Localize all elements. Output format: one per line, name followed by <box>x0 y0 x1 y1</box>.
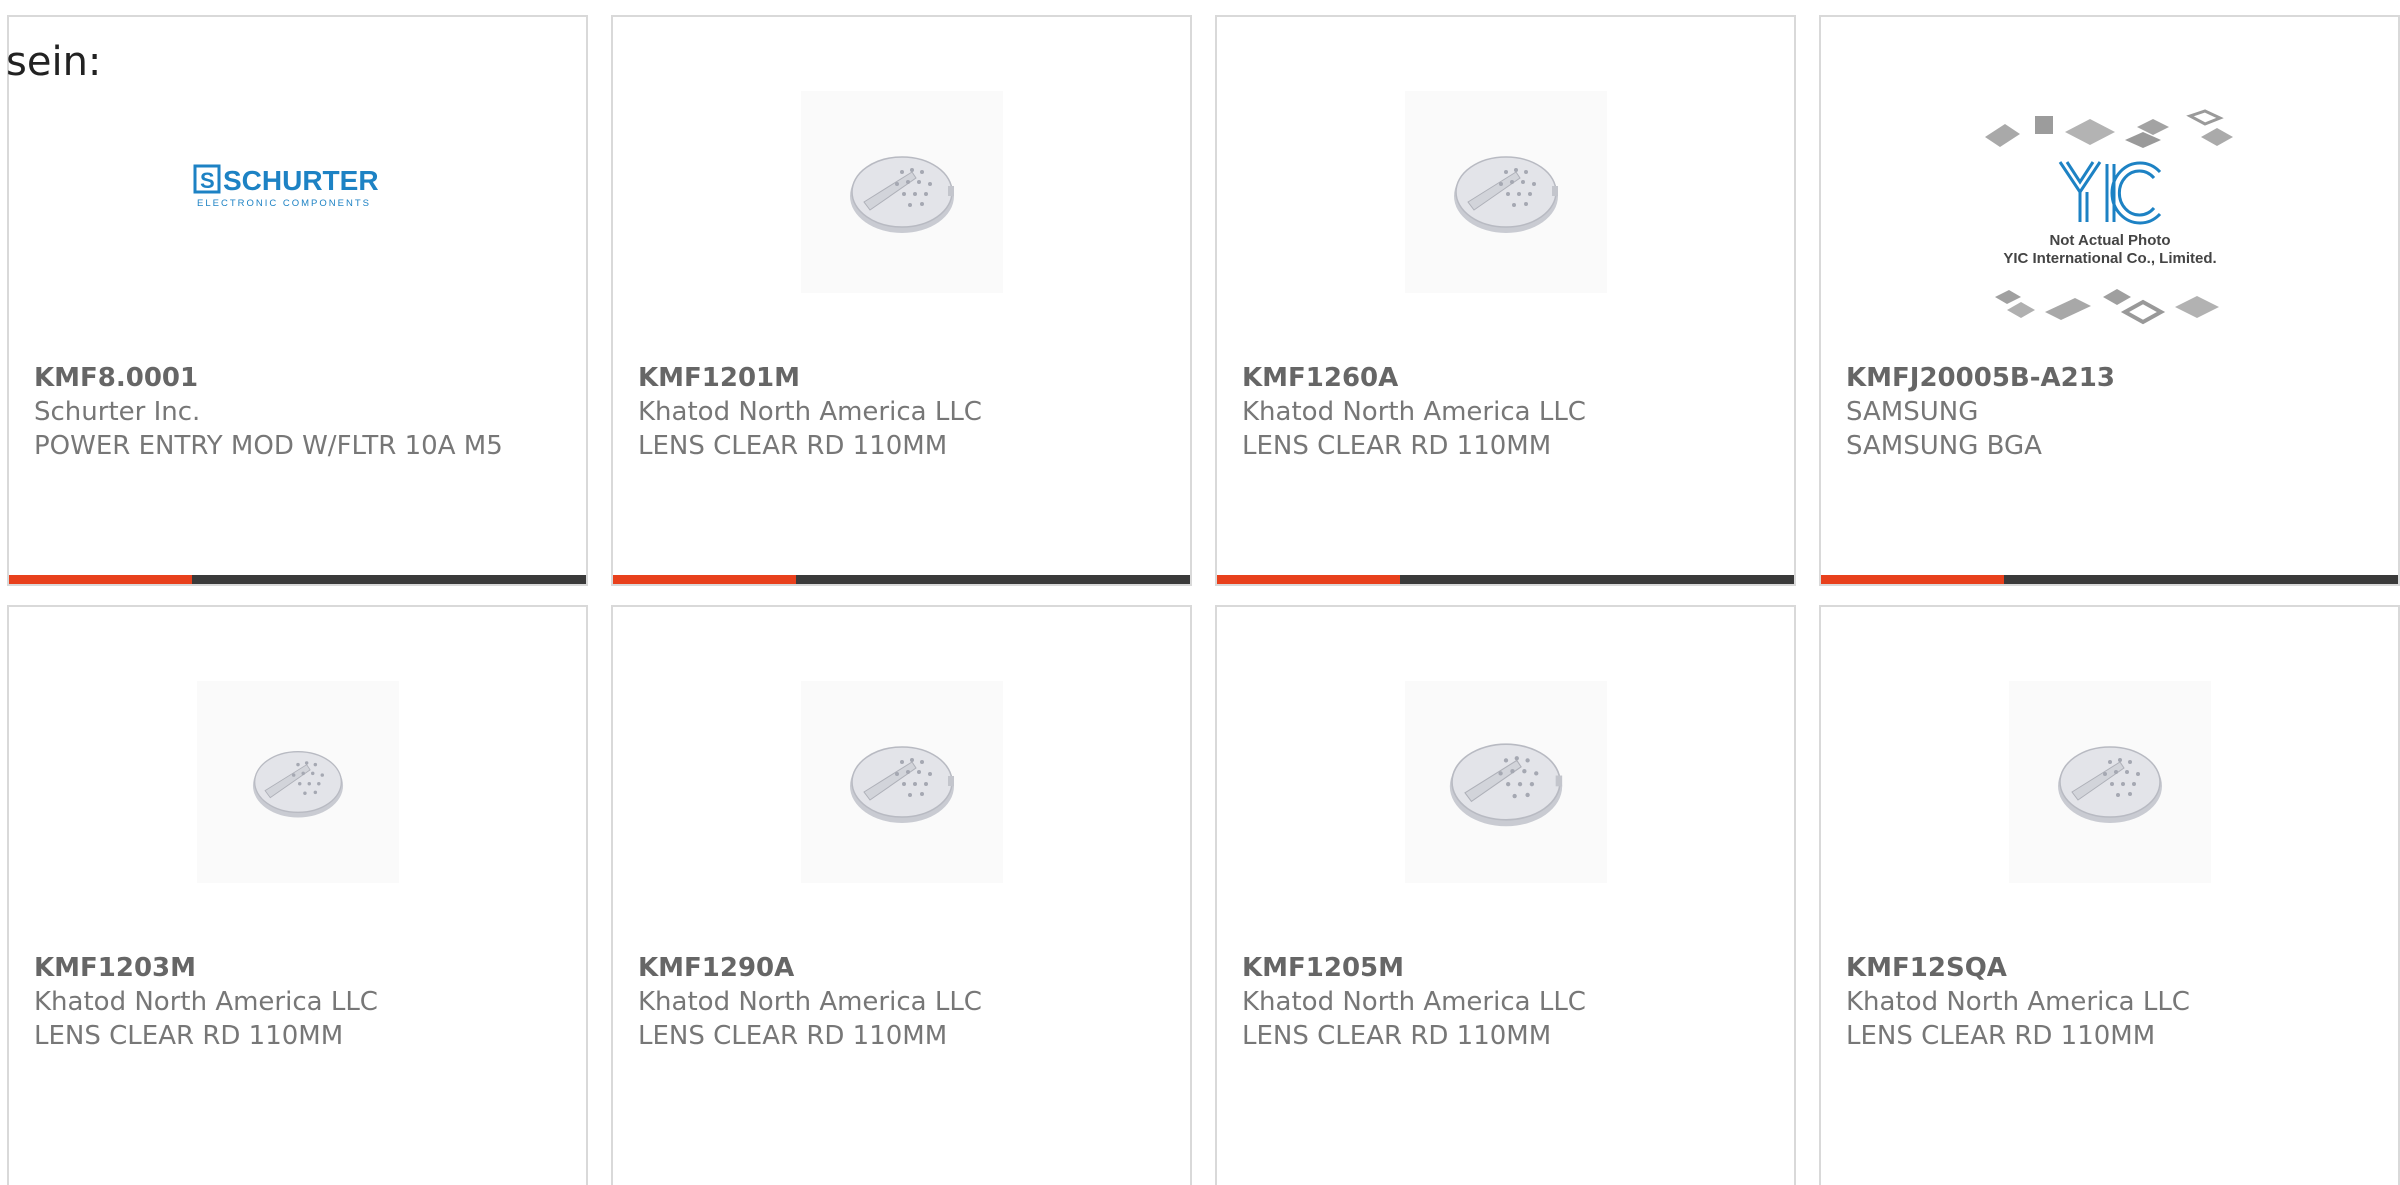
product-card[interactable]: S SCHURTER ELECTRONIC COMPONENTS KMF8.00… <box>7 15 588 586</box>
card-footer-bar <box>613 575 1190 584</box>
card-footer-bar <box>1821 575 2398 584</box>
product-image[interactable] <box>1217 677 1794 887</box>
product-manufacturer: Khatod North America LLC <box>1242 397 1586 427</box>
svg-text:ELECTRONIC COMPONENTS: ELECTRONIC COMPONENTS <box>197 198 371 209</box>
card-accent-bar <box>1821 575 2004 584</box>
product-part-number[interactable]: KMF1203M <box>34 951 566 985</box>
lens-photo-icon <box>1449 743 1562 827</box>
product-manufacturer: Schurter Inc. <box>34 397 201 427</box>
product-manufacturer: Khatod North America LLC <box>638 397 982 427</box>
product-manufacturer: SAMSUNG <box>1846 397 1979 427</box>
product-part-number[interactable]: KMF12SQA <box>1846 951 2378 985</box>
lens-photo-icon <box>1453 156 1558 233</box>
product-part-number[interactable]: KMF1290A <box>638 951 1170 985</box>
product-description: POWER ENTRY MOD W/FLTR 10A M5 <box>34 431 503 461</box>
product-image[interactable]: S SCHURTER ELECTRONIC COMPONENTS <box>9 87 586 297</box>
product-manufacturer: Khatod North America LLC <box>1242 987 1586 1017</box>
product-part-number[interactable]: KMF1201M <box>638 361 1170 395</box>
card-footer-bar <box>1217 575 1794 584</box>
product-card[interactable]: KMF1290A Khatod North America LLC LENS C… <box>611 605 1192 1185</box>
product-description: LENS CLEAR RD 110MM <box>1242 431 1552 461</box>
svg-text:SCHURTER: SCHURTER <box>223 165 379 196</box>
product-card[interactable]: KMF1205M Khatod North America LLC LENS C… <box>1215 605 1796 1185</box>
lens-photo-icon <box>2057 746 2162 823</box>
card-footer-bar <box>9 575 586 584</box>
product-description: LENS CLEAR RD 110MM <box>1242 1021 1552 1051</box>
product-description: LENS CLEAR RD 110MM <box>638 1021 948 1051</box>
product-card[interactable]: KMF1203M Khatod North America LLC LENS C… <box>7 605 588 1185</box>
product-image[interactable] <box>9 677 586 887</box>
product-description: LENS CLEAR RD 110MM <box>638 431 948 461</box>
product-image[interactable] <box>1821 677 2398 887</box>
svg-text:YIC International Co., Limited: YIC International Co., Limited. <box>2003 250 2216 267</box>
lens-photo-icon <box>849 156 954 233</box>
product-description: LENS CLEAR RD 110MM <box>34 1021 344 1051</box>
svg-text:S: S <box>200 168 215 193</box>
lens-photo-icon <box>252 751 343 818</box>
yic-placeholder-icon: Not Actual Photo YIC International Co., … <box>1984 109 2233 325</box>
svg-text:Not Actual Photo: Not Actual Photo <box>2049 232 2170 249</box>
product-manufacturer: Khatod North America LLC <box>1846 987 2190 1017</box>
product-card[interactable]: KMF1201M Khatod North America LLC LENS C… <box>611 15 1192 586</box>
product-image[interactable] <box>613 677 1190 887</box>
product-part-number[interactable]: KMF1260A <box>1242 361 1774 395</box>
product-card[interactable]: KMF1260A Khatod North America LLC LENS C… <box>1215 15 1796 586</box>
product-image[interactable] <box>613 87 1190 297</box>
product-manufacturer: Khatod North America LLC <box>34 987 378 1017</box>
card-accent-bar <box>613 575 796 584</box>
lens-photo-icon <box>849 746 954 823</box>
product-part-number[interactable]: KMF1205M <box>1242 951 1774 985</box>
product-description: LENS CLEAR RD 110MM <box>1846 1021 2156 1051</box>
product-image[interactable] <box>1217 87 1794 297</box>
schurter-logo-icon: S SCHURTER ELECTRONIC COMPONENTS <box>193 164 379 209</box>
product-card[interactable]: Not Actual Photo YIC International Co., … <box>1819 15 2400 586</box>
card-accent-bar <box>1217 575 1400 584</box>
product-manufacturer: Khatod North America LLC <box>638 987 982 1017</box>
section-heading: sein: <box>6 39 102 85</box>
product-description: SAMSUNG BGA <box>1846 431 2042 461</box>
product-image[interactable]: Not Actual Photo YIC International Co., … <box>1821 102 2398 362</box>
product-part-number[interactable]: KMFJ20005B-A213 <box>1846 361 2378 395</box>
product-card[interactable]: KMF12SQA Khatod North America LLC LENS C… <box>1819 605 2400 1185</box>
card-accent-bar <box>9 575 192 584</box>
product-part-number[interactable]: KMF8.0001 <box>34 361 566 395</box>
